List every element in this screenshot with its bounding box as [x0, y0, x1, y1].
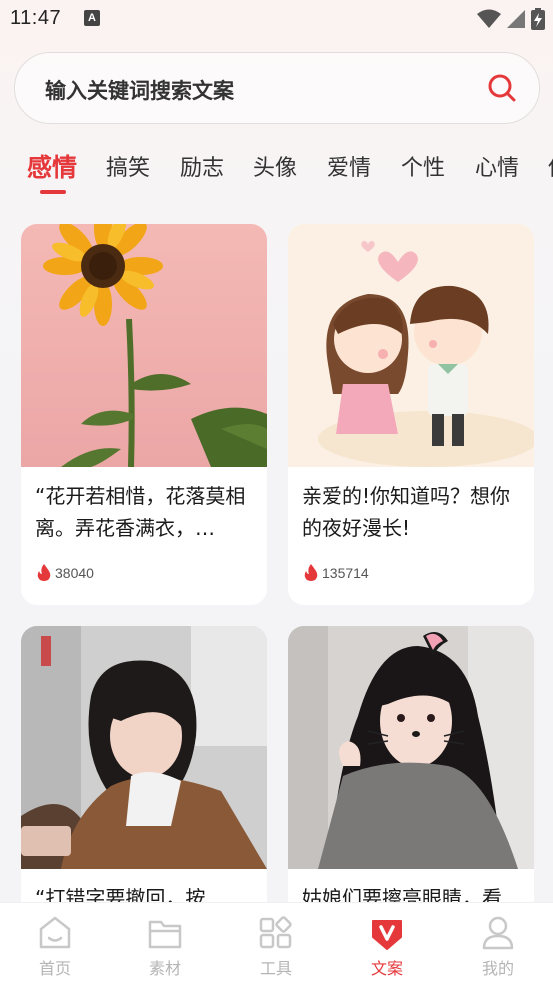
nav-wenan[interactable]: 文案 [332, 903, 442, 984]
tools-grid-icon [259, 916, 292, 949]
card-image-sunflower[interactable] [21, 224, 267, 467]
active-tab-indicator [40, 190, 66, 194]
nav-label: 工具 [259, 959, 292, 978]
category-tabs: 感情 搞笑 励志 头像 爱情 个性 心情 伤 [0, 150, 553, 200]
folder-icon [148, 920, 182, 949]
home-icon [39, 916, 71, 949]
tab-lizhi[interactable]: 励志 [180, 150, 224, 182]
likes-count: 38040 [55, 564, 94, 581]
signal-icon [507, 10, 525, 28]
fire-icon [304, 564, 318, 581]
card-caption: “花开若相惜，花落莫相离。弄花香满衣，… [35, 484, 246, 540]
search-icon[interactable] [487, 73, 517, 103]
card-caption: 亲爱的!你知道吗？想你的夜好漫长! [302, 484, 511, 540]
wenan-v-icon [372, 920, 402, 950]
battery-charging-icon [531, 8, 545, 30]
card-image-girl-with-phone[interactable] [21, 626, 267, 869]
search-input[interactable]: 输入关键词搜索文案 [45, 75, 234, 105]
tab-gexing[interactable]: 个性 [401, 150, 445, 182]
nav-tools[interactable]: 工具 [221, 903, 331, 984]
tab-touxiang[interactable]: 头像 [253, 150, 297, 182]
tab-shang[interactable]: 伤 [548, 150, 553, 182]
system-icons [477, 8, 545, 30]
profile-icon [482, 916, 514, 950]
wifi-icon [477, 9, 501, 28]
nav-label: 我的 [481, 959, 514, 978]
tab-gaoxiao[interactable]: 搞笑 [106, 150, 150, 182]
nav-profile[interactable]: 我的 [443, 903, 553, 984]
tab-aiqing[interactable]: 爱情 [327, 150, 371, 182]
nav-label: 文案 [370, 959, 403, 978]
nav-material[interactable]: 素材 [110, 903, 220, 984]
notification-icon: A [84, 10, 100, 26]
status-bar: 11:47 A [0, 0, 553, 38]
nav-label: 素材 [148, 959, 181, 978]
card-image-girl-cat-filter[interactable] [288, 626, 534, 869]
bottom-navigation: 首页 素材 工具 文案 我的 [0, 902, 553, 984]
card-likes: 38040 [37, 564, 94, 581]
nav-label: 首页 [38, 959, 71, 978]
likes-count: 135714 [322, 564, 369, 581]
nav-home[interactable]: 首页 [0, 903, 110, 984]
card-image-cartoon-couple[interactable] [288, 224, 534, 467]
card-likes: 135714 [304, 564, 369, 581]
tab-ganqing[interactable]: 感情 [27, 150, 77, 184]
status-time: 11:47 [10, 7, 62, 29]
fire-icon [37, 564, 51, 581]
post-card[interactable]: 亲爱的!你知道吗？想你的夜好漫长! 135714 [288, 224, 534, 605]
tab-xinqing[interactable]: 心情 [475, 150, 519, 182]
post-card[interactable]: “花开若相惜，花落莫相离。弄花香满衣，… 38040 [21, 224, 267, 605]
search-bar[interactable]: 输入关键词搜索文案 [14, 52, 540, 124]
